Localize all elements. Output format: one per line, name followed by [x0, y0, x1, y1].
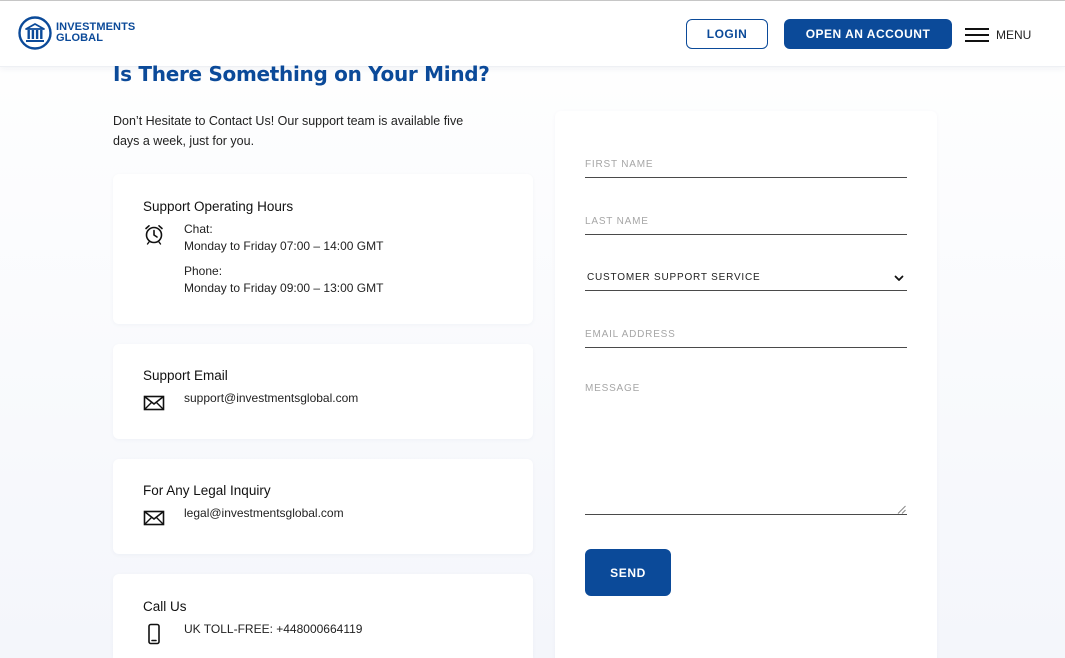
mobile-phone-icon: [148, 623, 160, 645]
card-title: Support Email: [143, 368, 228, 383]
page-title: Is There Something on Your Mind?: [113, 62, 490, 86]
site-header: INVESTMENTS GLOBAL LOGIN OPEN AN ACCOUNT…: [0, 1, 1065, 67]
phone-hours: Monday to Friday 09:00 – 13:00 GMT: [184, 281, 384, 295]
legal-email-link[interactable]: legal@investmentsglobal.com: [184, 505, 344, 522]
chat-hours: Monday to Friday 07:00 – 14:00 GMT: [184, 239, 384, 253]
call-us-card: Call Us UK TOLL-FREE: +448000664119: [113, 574, 533, 658]
department-selected-value: CUSTOMER SUPPORT SERVICE: [587, 272, 761, 283]
card-title: For Any Legal Inquiry: [143, 483, 271, 498]
resize-handle-icon[interactable]: [897, 505, 906, 514]
legal-inquiry-card: For Any Legal Inquiry legal@investmentsg…: [113, 459, 533, 554]
support-email-card: Support Email support@investmentsglobal.…: [113, 344, 533, 439]
last-name-input[interactable]: [585, 208, 907, 235]
support-hours-card: Support Operating Hours Chat: Monday to …: [113, 174, 533, 324]
bank-building-icon: [18, 16, 52, 50]
first-name-input[interactable]: [585, 152, 907, 178]
contact-form: CUSTOMER SUPPORT SERVICE SEND: [555, 111, 937, 658]
menu-toggle[interactable]: MENU: [965, 28, 1031, 42]
support-email-link[interactable]: support@investmentsglobal.com: [184, 390, 358, 407]
logo-wordmark: INVESTMENTS GLOBAL: [56, 22, 135, 44]
intro-text: Don’t Hesitate to Contact Us! Our suppor…: [113, 114, 464, 148]
send-button[interactable]: SEND: [585, 549, 671, 596]
message-textarea[interactable]: [585, 382, 907, 515]
hamburger-icon: [965, 28, 989, 42]
open-account-button[interactable]: OPEN AN ACCOUNT: [784, 19, 952, 49]
menu-label: MENU: [996, 28, 1032, 42]
card-title: Call Us: [143, 599, 187, 614]
department-select[interactable]: CUSTOMER SUPPORT SERVICE: [585, 265, 907, 291]
chevron-down-icon: [894, 275, 904, 281]
login-button[interactable]: LOGIN: [686, 19, 768, 49]
phone-label: Phone:: [184, 264, 223, 278]
phone-number-link[interactable]: UK TOLL-FREE: +448000664119: [184, 621, 362, 638]
envelope-icon: [143, 510, 165, 526]
chat-label: Chat:: [184, 222, 213, 236]
email-address-input[interactable]: [585, 321, 907, 348]
alarm-clock-icon: [145, 225, 163, 245]
logo-line-2: GLOBAL: [56, 32, 104, 44]
card-title: Support Operating Hours: [143, 199, 294, 214]
site-logo[interactable]: INVESTMENTS GLOBAL: [18, 16, 135, 50]
envelope-icon: [143, 395, 165, 411]
